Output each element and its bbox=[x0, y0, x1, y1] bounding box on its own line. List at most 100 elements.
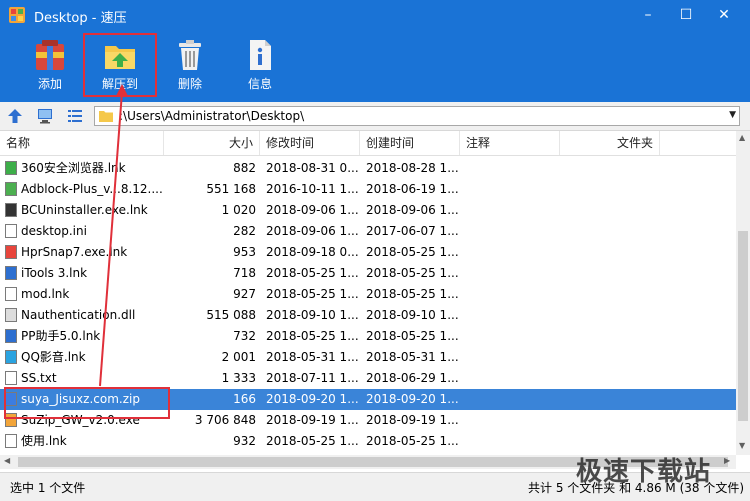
path-dropdown-icon[interactable]: ▼ bbox=[729, 110, 736, 120]
minimize-button[interactable]: – bbox=[630, 0, 666, 30]
file-modified: 2018-09-19 1... bbox=[266, 413, 359, 427]
file-modified: 2018-05-25 1... bbox=[266, 287, 359, 301]
file-modified: 2016-10-11 1... bbox=[266, 182, 359, 196]
file-name-cell: Adblock-Plus_v...8.12.... bbox=[4, 179, 164, 200]
file-row[interactable]: SS.txt 1 333 2018-07-11 1... 2018-06-29 1..… bbox=[0, 368, 736, 389]
file-name-cell: SS.txt bbox=[4, 368, 164, 389]
file-name-cell: desktop.ini bbox=[4, 221, 164, 242]
file-name: PP助手5.0.lnk bbox=[21, 329, 101, 343]
file-modified: 2018-08-31 0... bbox=[266, 161, 359, 175]
qq-icon bbox=[5, 349, 17, 364]
file-size: 732 bbox=[233, 329, 256, 343]
file-row[interactable]: Adblock-Plus_v...8.12.... 551 168 2016-10-… bbox=[0, 179, 736, 200]
watermark-logo: 极速下载站 bbox=[576, 457, 712, 487]
file-name-cell: QQ影音.lnk bbox=[4, 347, 164, 368]
file-row[interactable]: iTools 3.lnk 718 2018-05-25 1... 2018-05-25… bbox=[0, 263, 736, 284]
file-size: 3 706 848 bbox=[194, 413, 256, 427]
file-row[interactable]: QQ影音.lnk 2 001 2018-05-31 1... 2018-05-31 1… bbox=[0, 347, 736, 368]
file-name-cell: iTools 3.lnk bbox=[4, 263, 164, 284]
file-created: 2018-05-25 1... bbox=[366, 434, 459, 448]
scroll-down-icon[interactable]: ▼ bbox=[739, 441, 745, 450]
up-arrow-icon[interactable] bbox=[6, 107, 24, 125]
file-size: 282 bbox=[233, 224, 256, 238]
file-size: 2 001 bbox=[221, 350, 256, 364]
add-button[interactable]: 添加 bbox=[18, 36, 82, 98]
file-size: 1 020 bbox=[221, 203, 256, 217]
file-icon bbox=[5, 286, 17, 301]
window-title: Desktop - 速压 bbox=[34, 11, 127, 26]
extract-highlight-box bbox=[83, 33, 157, 97]
file-modified: 2018-09-18 0... bbox=[266, 245, 359, 259]
file-name-cell: mod.lnk bbox=[4, 284, 164, 305]
file-created: 2018-05-25 1... bbox=[366, 287, 459, 301]
snap-icon bbox=[5, 244, 17, 259]
address-bar: :\Users\Administrator\Desktop\ ▼ bbox=[0, 102, 750, 131]
file-name: HprSnap7.exe.lnk bbox=[21, 245, 128, 259]
file-created: 2018-05-31 1... bbox=[366, 350, 459, 364]
file-size: 551 168 bbox=[206, 182, 256, 196]
file-modified: 2018-07-11 1... bbox=[266, 371, 359, 385]
vertical-scrollbar[interactable]: ▲ ▼ bbox=[736, 131, 750, 455]
file-modified: 2018-09-10 1... bbox=[266, 308, 359, 322]
file-name: Nauthentication.dll bbox=[21, 308, 136, 322]
info-button[interactable]: 信息 bbox=[228, 36, 292, 98]
title-bar: Desktop - 速压 – ☐ ✕ bbox=[0, 0, 750, 30]
file-name: BCUninstaller.exe.lnk bbox=[21, 203, 148, 217]
file-created: 2018-09-06 1... bbox=[366, 203, 459, 217]
file-created: 2018-05-25 1... bbox=[366, 266, 459, 280]
path-text: :\Users\Administrator\Desktop\ bbox=[119, 109, 305, 123]
file-row[interactable]: Nauthentication.dll 515 088 2018-09-10 1..… bbox=[0, 305, 736, 326]
browser-360-icon bbox=[5, 160, 17, 175]
file-row[interactable]: PP助手5.0.lnk 732 2018-05-25 1... 2018-05-25 … bbox=[0, 326, 736, 347]
file-name: iTools 3.lnk bbox=[21, 266, 88, 280]
file-created: 2018-09-19 1... bbox=[366, 413, 459, 427]
computer-icon[interactable] bbox=[36, 107, 54, 125]
scroll-left-icon[interactable]: ◀ bbox=[4, 456, 10, 465]
file-created: 2018-05-25 1... bbox=[366, 245, 459, 259]
file-modified: 2018-05-31 1... bbox=[266, 350, 359, 364]
add-label: 添加 bbox=[37, 77, 62, 91]
file-row[interactable]: 使用.lnk 932 2018-05-25 1... 2018-05-25 1... bbox=[0, 431, 736, 452]
bc-icon bbox=[5, 202, 17, 217]
pp-icon bbox=[5, 328, 17, 343]
file-created: 2018-09-20 1... bbox=[366, 392, 459, 406]
file-modified: 2018-09-20 1... bbox=[266, 392, 359, 406]
info-icon bbox=[250, 40, 271, 70]
file-row[interactable]: desktop.ini 282 2018-09-06 1... 2017-06-07 … bbox=[0, 221, 736, 242]
txt-icon bbox=[5, 370, 17, 385]
file-row[interactable]: BCUninstaller.exe.lnk 1 020 2018-09-06 1..… bbox=[0, 200, 736, 221]
path-field[interactable]: :\Users\Administrator\Desktop\ ▼ bbox=[94, 106, 740, 126]
vertical-scroll-thumb[interactable] bbox=[738, 231, 748, 421]
column-created[interactable]: 创建时间 bbox=[360, 131, 460, 155]
scroll-right-icon[interactable]: ▶ bbox=[724, 456, 730, 465]
delete-button[interactable]: 删除 bbox=[158, 36, 222, 98]
file-row[interactable]: HprSnap7.exe.lnk 953 2018-09-18 0... 2018-0… bbox=[0, 242, 736, 263]
close-button[interactable]: ✕ bbox=[706, 0, 742, 30]
file-size: 718 bbox=[233, 266, 256, 280]
file-created: 2017-06-07 1... bbox=[366, 224, 459, 238]
column-size[interactable]: 大小 bbox=[164, 131, 260, 155]
info-label: 信息 bbox=[247, 77, 272, 91]
file-size: 882 bbox=[233, 161, 256, 175]
file-name: 使用.lnk bbox=[21, 434, 67, 448]
file-modified: 2018-05-25 1... bbox=[266, 329, 359, 343]
column-modified[interactable]: 修改时间 bbox=[260, 131, 360, 155]
dll-icon bbox=[5, 307, 17, 322]
maximize-button[interactable]: ☐ bbox=[668, 0, 704, 30]
file-name-cell: Nauthentication.dll bbox=[4, 305, 164, 326]
add-archive-icon bbox=[36, 40, 64, 70]
file-size: 166 bbox=[233, 392, 256, 406]
folder-icon bbox=[99, 111, 113, 122]
file-name-cell: 使用.lnk bbox=[4, 431, 164, 452]
list-view-icon[interactable] bbox=[66, 107, 84, 125]
file-size: 515 088 bbox=[206, 308, 256, 322]
scroll-up-icon[interactable]: ▲ bbox=[739, 133, 745, 142]
itools-icon bbox=[5, 265, 17, 280]
delete-label: 删除 bbox=[177, 77, 202, 91]
file-icon bbox=[5, 223, 17, 238]
column-folder[interactable]: 文件夹 bbox=[560, 131, 660, 155]
column-comment[interactable]: 注释 bbox=[460, 131, 560, 155]
file-row[interactable]: 360安全浏览器.lnk 882 2018-08-31 0... 2018-08-28… bbox=[0, 158, 736, 179]
column-name[interactable]: 名称 bbox=[0, 131, 164, 155]
file-row[interactable]: mod.lnk 927 2018-05-25 1... 2018-05-25 1... bbox=[0, 284, 736, 305]
